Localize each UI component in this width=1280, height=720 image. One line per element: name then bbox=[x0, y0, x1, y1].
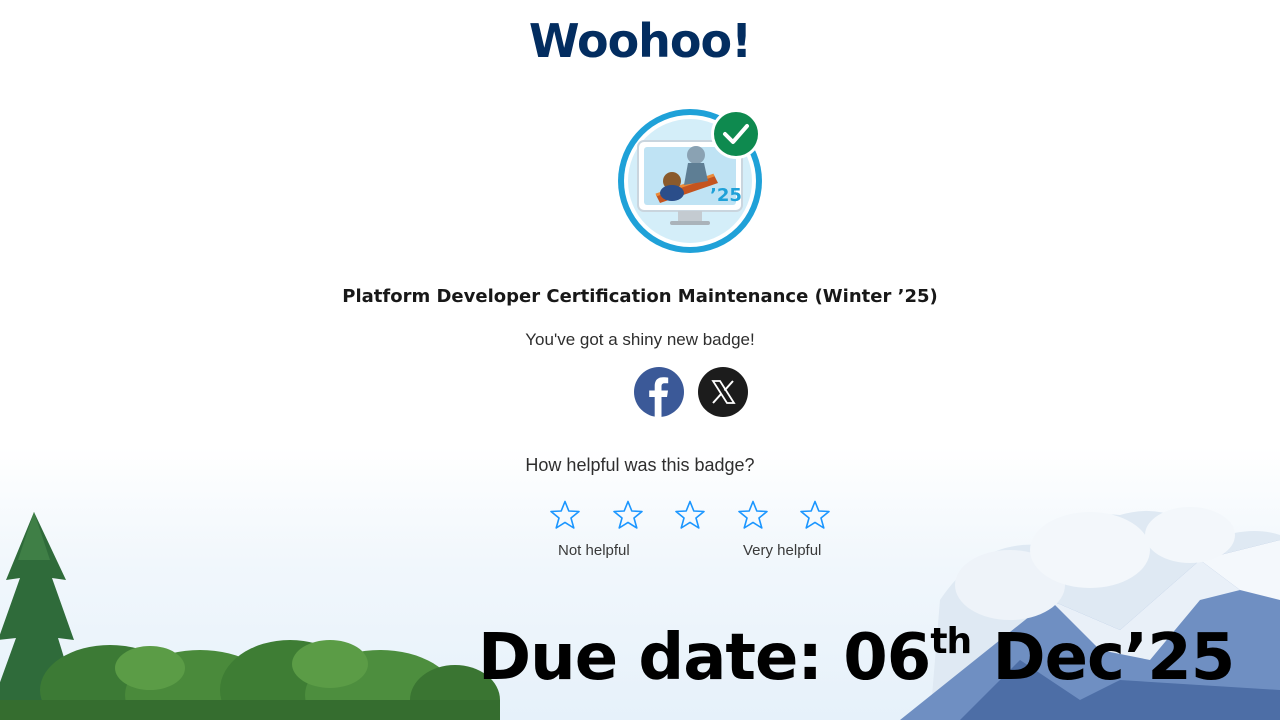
page-title: Woohoo! bbox=[528, 14, 752, 68]
rating-star-3[interactable] bbox=[674, 499, 706, 531]
due-date-ordinal: th bbox=[930, 621, 972, 662]
star-icon bbox=[675, 500, 705, 529]
forest-illustration bbox=[0, 512, 500, 720]
rating-star-4[interactable] bbox=[737, 499, 769, 531]
rating-star-2[interactable] bbox=[612, 499, 644, 531]
star-icon bbox=[738, 500, 768, 529]
badge-name: Platform Developer Certification Mainten… bbox=[342, 286, 938, 307]
x-share-button[interactable] bbox=[698, 367, 748, 417]
rating-high-label: Very helpful bbox=[743, 542, 822, 559]
badge-message: You've got a shiny new badge! bbox=[525, 330, 755, 349]
facebook-share-button[interactable] bbox=[634, 367, 684, 417]
rating-question: How helpful was this badge? bbox=[525, 455, 755, 475]
rating-low-label: Not helpful bbox=[558, 542, 630, 559]
rating-star-1[interactable] bbox=[549, 499, 581, 531]
badge-image: ’25 bbox=[618, 109, 762, 253]
due-date-overlay: Due date: 06th Dec’25 bbox=[478, 621, 1235, 691]
rating-star-5[interactable] bbox=[799, 499, 831, 531]
star-icon bbox=[613, 500, 643, 529]
due-date-prefix: Due date: 06 bbox=[478, 621, 931, 695]
star-icon bbox=[550, 500, 580, 529]
checkmark-icon bbox=[711, 109, 761, 159]
facebook-icon bbox=[634, 367, 684, 417]
badge-year-label: ’25 bbox=[710, 185, 742, 206]
x-icon bbox=[698, 367, 748, 417]
due-date-suffix: Dec’25 bbox=[971, 621, 1235, 695]
star-icon bbox=[800, 500, 830, 529]
